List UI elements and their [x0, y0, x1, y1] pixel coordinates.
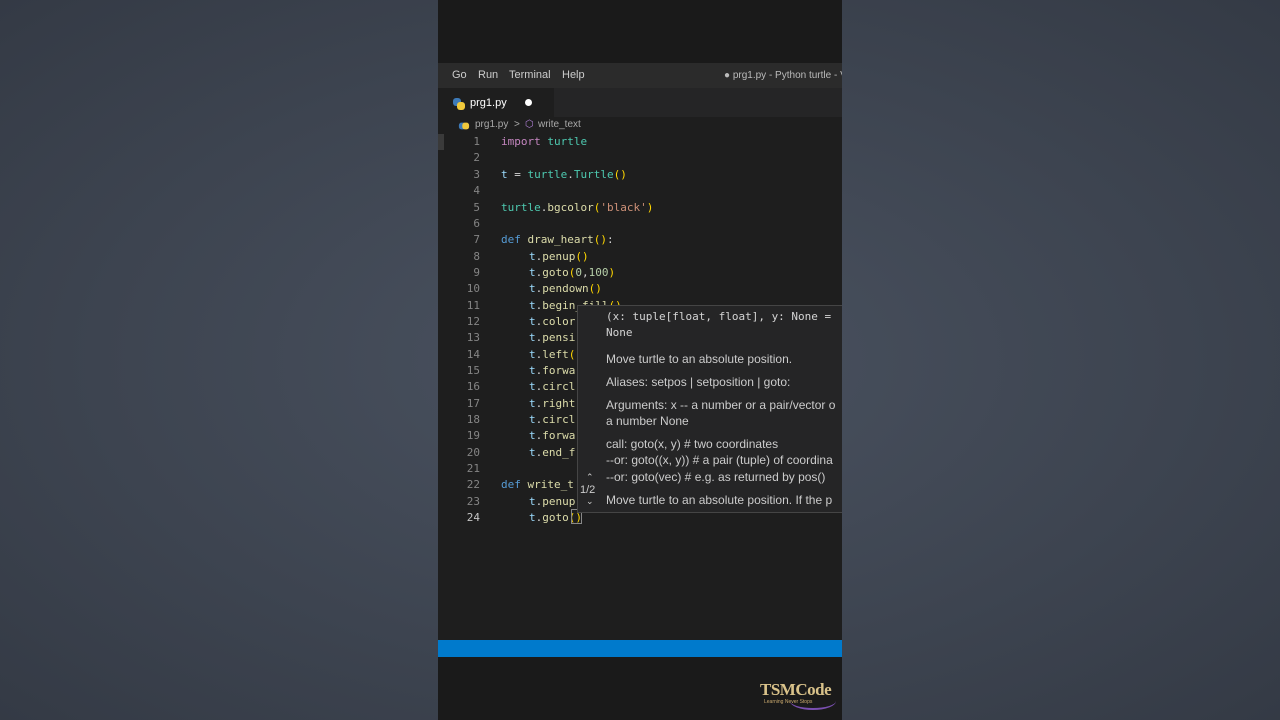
- code-line: 6: [473, 217, 480, 230]
- python-file-icon: [458, 121, 470, 131]
- python-file-icon: [453, 98, 465, 110]
- doc-more: Move turtle to an absolute position. If …: [606, 493, 833, 507]
- tab-prg1[interactable]: prg1.py: [438, 88, 554, 118]
- doc-description: Move turtle to an absolute position.: [606, 352, 793, 366]
- doc-call-1: call: goto(x, y) # two coordinates: [606, 437, 779, 451]
- window-title: ● prg1.py - Python turtle - V: [724, 70, 842, 81]
- editor-tabs: prg1.py: [438, 88, 842, 118]
- breadcrumb: prg1.py > ⬡ write_text: [438, 117, 842, 134]
- doc-arguments: Arguments: x -- a number or a pair/vecto…: [606, 398, 836, 412]
- method-symbol-icon: ⬡: [525, 119, 534, 130]
- code-line: 4: [473, 184, 480, 197]
- breadcrumb-symbol[interactable]: write_text: [538, 119, 581, 130]
- unsaved-dot-icon[interactable]: [525, 99, 532, 106]
- code-line: 8 t.penup(): [473, 250, 589, 263]
- signature-line-cont: None: [606, 326, 633, 339]
- chevron-down-icon[interactable]: ⌄: [586, 496, 594, 507]
- signature-line: (x: tuple[float, float], y: None =: [606, 310, 832, 323]
- chevron-right-icon: >: [514, 119, 520, 130]
- logo-swirl: [790, 692, 836, 710]
- code-line: 7 def draw_heart():: [473, 233, 614, 246]
- menu-bar: Go Run Terminal Help ● prg1.py - Python …: [438, 63, 842, 88]
- tab-label: prg1.py: [470, 97, 507, 109]
- code-line: 3t = turtle.Turtle(): [473, 168, 627, 181]
- code-line: 2: [473, 151, 480, 164]
- menu-go[interactable]: Go: [452, 69, 467, 81]
- breadcrumb-file[interactable]: prg1.py: [475, 119, 508, 130]
- doc-call-2: --or: goto((x, y)) # a pair (tuple) of c…: [606, 453, 833, 467]
- doc-call-3: --or: goto(vec) # e.g. as returned by po…: [606, 470, 826, 484]
- menu-help[interactable]: Help: [562, 69, 585, 81]
- code-line: 9 t.goto(0,100): [473, 266, 616, 279]
- top-letterbox: [438, 0, 842, 63]
- status-bar: [438, 640, 842, 657]
- menu-run[interactable]: Run: [478, 69, 498, 81]
- parameter-hints-popup[interactable]: (x: tuple[float, float], y: None = None …: [577, 305, 842, 513]
- code-line: 10 t.pendown(): [466, 282, 602, 295]
- doc-aliases: Aliases: setpos | setposition | goto:: [606, 375, 791, 389]
- doc-arguments-cont: a number None: [606, 414, 689, 428]
- overload-pager: 1/2: [580, 484, 596, 496]
- code-line: 1 import turtle: [473, 135, 588, 148]
- code-line: 5 turtle.bgcolor('black'): [473, 201, 654, 214]
- chevron-up-icon[interactable]: ⌃: [586, 472, 594, 483]
- menu-terminal[interactable]: Terminal: [509, 69, 551, 81]
